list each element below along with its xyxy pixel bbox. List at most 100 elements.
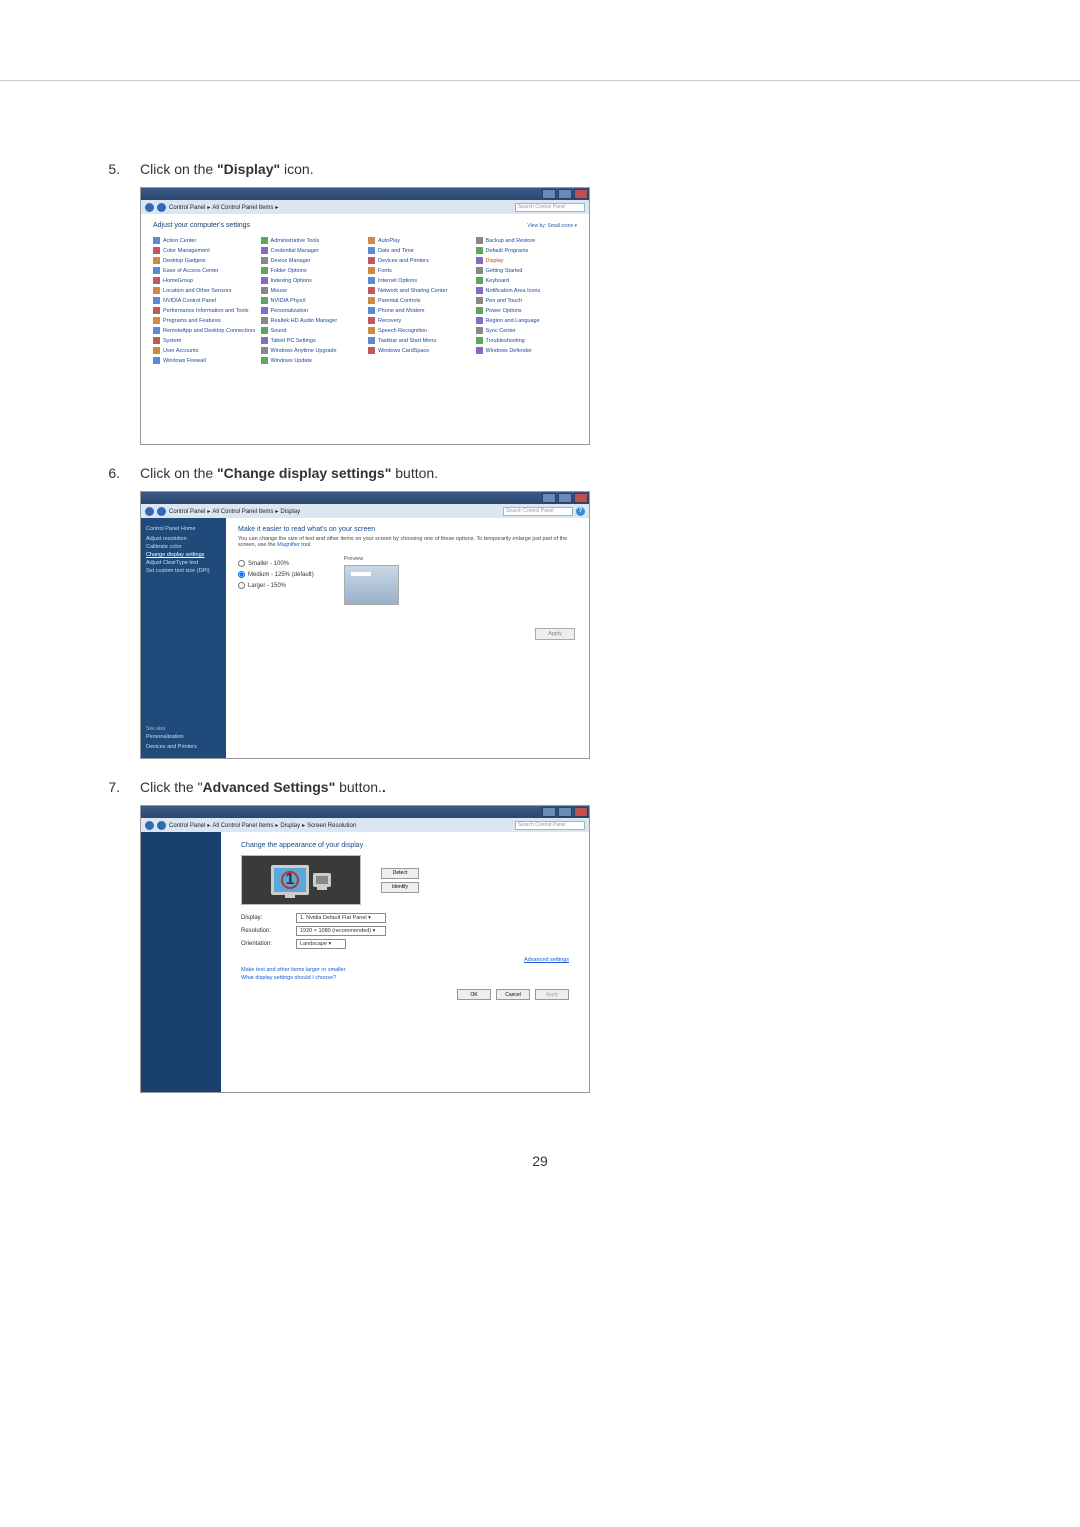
search-input[interactable]: Search Control Panel: [515, 821, 585, 830]
radio-input[interactable]: [238, 560, 245, 567]
control-panel-item[interactable]: Internet Options: [368, 277, 470, 284]
detect-button[interactable]: Detect: [381, 868, 419, 879]
identify-button[interactable]: Identify: [381, 882, 419, 893]
sidebar-link[interactable]: Adjust resolution: [146, 536, 221, 542]
control-panel-item[interactable]: NVIDIA PhysX: [261, 297, 363, 304]
sidebar-link[interactable]: Adjust ClearType text: [146, 560, 221, 566]
control-panel-item[interactable]: Speech Recognition: [368, 327, 470, 334]
control-panel-item[interactable]: Desktop Gadgets: [153, 257, 255, 264]
monitor-preview[interactable]: 1: [241, 855, 361, 905]
search-input[interactable]: Search Control Panel: [515, 203, 585, 212]
control-panel-item[interactable]: Windows CardSpace: [368, 347, 470, 354]
control-panel-item[interactable]: Device Manager: [261, 257, 363, 264]
control-panel-item[interactable]: AutoPlay: [368, 237, 470, 244]
control-panel-item[interactable]: Windows Anytime Upgrade: [261, 347, 363, 354]
sidebar-link[interactable]: Set custom text size (DPI): [146, 568, 221, 574]
control-panel-item[interactable]: Parental Controls: [368, 297, 470, 304]
control-panel-item[interactable]: Sound: [261, 327, 363, 334]
control-panel-item[interactable]: Folder Options: [261, 267, 363, 274]
size-radio-option[interactable]: Larger - 150%: [238, 582, 314, 589]
apply-button[interactable]: Apply: [535, 628, 575, 640]
control-panel-item[interactable]: Notification Area Icons: [476, 287, 578, 294]
control-panel-item[interactable]: Network and Sharing Center: [368, 287, 470, 294]
monitor-2[interactable]: [313, 873, 331, 887]
cancel-button[interactable]: Cancel: [496, 989, 530, 1000]
control-panel-item[interactable]: Programs and Features: [153, 317, 255, 324]
monitor-1[interactable]: 1: [271, 865, 309, 895]
back-button[interactable]: [145, 203, 154, 212]
apply-button[interactable]: Apply: [535, 989, 569, 1000]
sidebar-link[interactable]: Devices and Printers: [146, 744, 221, 750]
control-panel-item[interactable]: Realtek HD Audio Manager: [261, 317, 363, 324]
maximize-button[interactable]: [558, 189, 572, 199]
radio-input[interactable]: [238, 571, 245, 578]
resolution-dropdown[interactable]: 1920 × 1080 (recommended) ▾: [296, 926, 386, 936]
control-panel-item[interactable]: Display: [476, 257, 578, 264]
control-panel-item[interactable]: NVIDIA Control Panel: [153, 297, 255, 304]
control-panel-item[interactable]: Windows Defender: [476, 347, 578, 354]
sidebar-link[interactable]: Calibrate color: [146, 544, 221, 550]
back-button[interactable]: [145, 821, 154, 830]
control-panel-item[interactable]: Backup and Restore: [476, 237, 578, 244]
forward-button[interactable]: [157, 821, 166, 830]
control-panel-item[interactable]: System: [153, 337, 255, 344]
control-panel-item[interactable]: Indexing Options: [261, 277, 363, 284]
control-panel-item[interactable]: Location and Other Sensors: [153, 287, 255, 294]
size-radio-option[interactable]: Medium - 125% (default): [238, 571, 314, 578]
control-panel-item[interactable]: Action Center: [153, 237, 255, 244]
control-panel-item[interactable]: RemoteApp and Desktop Connections: [153, 327, 255, 334]
control-panel-item[interactable]: Performance Information and Tools: [153, 307, 255, 314]
help-link-text-size[interactable]: Make text and other items larger or smal…: [241, 967, 569, 973]
close-button[interactable]: [574, 807, 588, 817]
control-panel-item[interactable]: Credential Manager: [261, 247, 363, 254]
forward-button[interactable]: [157, 203, 166, 212]
control-panel-item[interactable]: Recovery: [368, 317, 470, 324]
breadcrumb[interactable]: Control Panel▸All Control Panel Items▸: [169, 204, 280, 211]
magnifier-link[interactable]: Magnifier: [277, 542, 300, 548]
control-panel-item[interactable]: Mouse: [261, 287, 363, 294]
close-button[interactable]: [574, 189, 588, 199]
view-by-dropdown[interactable]: View by: Small icons ▾: [527, 223, 577, 229]
control-panel-item[interactable]: Default Programs: [476, 247, 578, 254]
search-input[interactable]: Search Control Panel: [503, 507, 573, 516]
control-panel-item[interactable]: Color Management: [153, 247, 255, 254]
control-panel-item[interactable]: Sync Center: [476, 327, 578, 334]
maximize-button[interactable]: [558, 493, 572, 503]
control-panel-item[interactable]: Personalization: [261, 307, 363, 314]
control-panel-item[interactable]: Windows Firewall: [153, 357, 255, 364]
sidebar-link[interactable]: Change display settings: [146, 552, 221, 558]
control-panel-item[interactable]: Date and Time: [368, 247, 470, 254]
control-panel-item[interactable]: HomeGroup: [153, 277, 255, 284]
ok-button[interactable]: OK: [457, 989, 491, 1000]
display-dropdown[interactable]: 1. Nvidia Default Flat Panel ▾: [296, 913, 386, 923]
control-panel-item[interactable]: Devices and Printers: [368, 257, 470, 264]
breadcrumb[interactable]: Control Panel▸All Control Panel Items▸Di…: [169, 822, 356, 829]
control-panel-item[interactable]: Troubleshooting: [476, 337, 578, 344]
breadcrumb[interactable]: Control Panel▸All Control Panel Items▸Di…: [169, 508, 300, 515]
sidebar-home[interactable]: Control Panel Home: [146, 526, 221, 532]
control-panel-item[interactable]: Power Options: [476, 307, 578, 314]
control-panel-item[interactable]: Phone and Modem: [368, 307, 470, 314]
orientation-dropdown[interactable]: Landscape ▾: [296, 939, 346, 949]
advanced-settings-link[interactable]: Advanced settings: [241, 957, 569, 963]
size-radio-option[interactable]: Smaller - 100%: [238, 560, 314, 567]
control-panel-item[interactable]: Administrative Tools: [261, 237, 363, 244]
control-panel-item[interactable]: Taskbar and Start Menu: [368, 337, 470, 344]
control-panel-item[interactable]: Ease of Access Center: [153, 267, 255, 274]
control-panel-item[interactable]: Getting Started: [476, 267, 578, 274]
maximize-button[interactable]: [558, 807, 572, 817]
minimize-button[interactable]: [542, 807, 556, 817]
close-button[interactable]: [574, 493, 588, 503]
minimize-button[interactable]: [542, 493, 556, 503]
forward-button[interactable]: [157, 507, 166, 516]
control-panel-item[interactable]: Pen and Touch: [476, 297, 578, 304]
sidebar-link[interactable]: Personalization: [146, 734, 221, 740]
control-panel-item[interactable]: Windows Update: [261, 357, 363, 364]
help-link-which-settings[interactable]: What display settings should I choose?: [241, 975, 569, 981]
radio-input[interactable]: [238, 582, 245, 589]
control-panel-item[interactable]: Keyboard: [476, 277, 578, 284]
control-panel-item[interactable]: Region and Language: [476, 317, 578, 324]
minimize-button[interactable]: [542, 189, 556, 199]
back-button[interactable]: [145, 507, 154, 516]
control-panel-item[interactable]: Tablet PC Settings: [261, 337, 363, 344]
